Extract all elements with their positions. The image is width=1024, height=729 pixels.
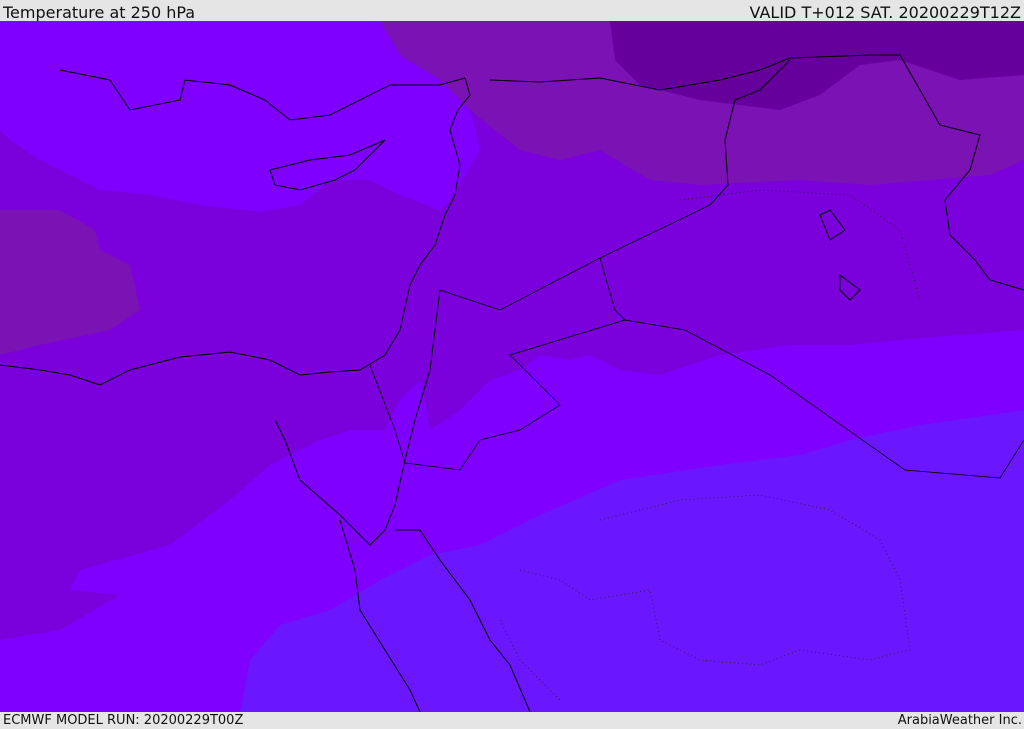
credit: ArabiaWeather Inc.	[897, 713, 1022, 728]
header-bar: Temperature at 250 hPa VALID T+012 SAT. …	[0, 0, 1024, 22]
map-title: Temperature at 250 hPa	[3, 3, 196, 22]
model-run: ECMWF MODEL RUN: 20200229T00Z	[3, 713, 244, 728]
footer-bar: ECMWF MODEL RUN: 20200229T00Z ArabiaWeat…	[0, 712, 1024, 729]
valid-time: VALID T+012 SAT. 20200229T12Z	[749, 3, 1021, 22]
temperature-map	[0, 21, 1024, 712]
